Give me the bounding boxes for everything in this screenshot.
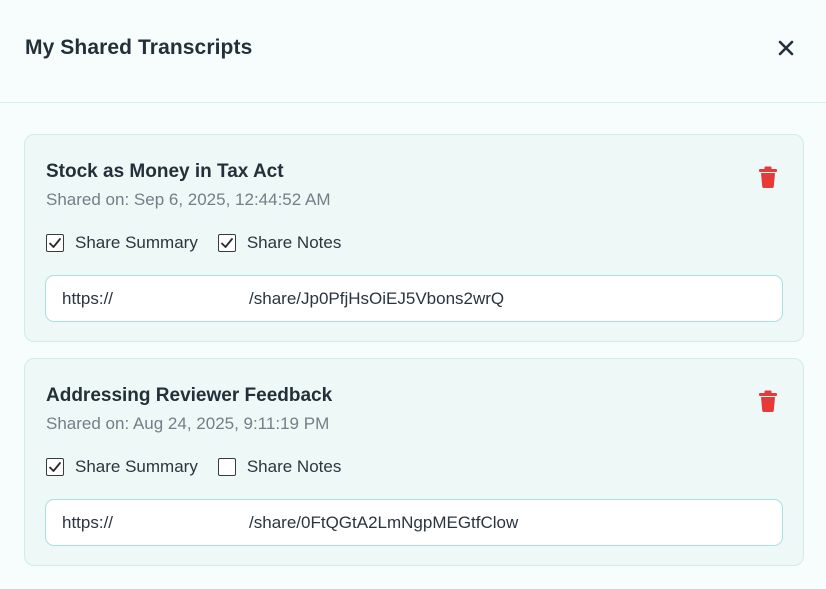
close-icon: [778, 40, 794, 56]
share-notes-label: Share Notes: [246, 233, 342, 252]
trash-icon: [759, 166, 777, 188]
delete-button[interactable]: [757, 389, 779, 413]
share-summary-label: Share Summary: [75, 457, 198, 476]
shared-date: Shared on: Sep 6, 2025, 12:44:52 AM: [46, 190, 331, 209]
checkmark-icon: [220, 238, 233, 248]
share-summary-checkbox[interactable]: [46, 234, 64, 252]
share-notes-label: Share Notes: [246, 457, 342, 476]
share-link-prefix: https://: [62, 512, 114, 532]
share-notes-option[interactable]: Share Notes: [217, 233, 342, 253]
transcript-card: Stock as Money in Tax Act Shared on: Sep…: [24, 134, 804, 342]
shared-transcripts-dialog: My Shared Transcripts Stock as Money in …: [0, 0, 826, 589]
share-summary-option[interactable]: Share Summary: [46, 233, 198, 253]
share-notes-option[interactable]: Share Notes: [217, 457, 342, 477]
share-link-path: /share/0FtQGtA2LmNgpMEGtfClow: [249, 512, 519, 532]
share-link-field[interactable]: https:// /share/Jp0PfjHsOiEJ5Vbons2wrQ: [45, 275, 783, 322]
close-button[interactable]: [776, 38, 796, 58]
shared-date: Shared on: Aug 24, 2025, 9:11:19 PM: [46, 414, 330, 433]
share-summary-label: Share Summary: [75, 233, 198, 252]
share-link-field[interactable]: https:// /share/0FtQGtA2LmNgpMEGtfClow: [45, 499, 783, 546]
delete-button[interactable]: [757, 165, 779, 189]
dialog-header: My Shared Transcripts: [0, 0, 826, 103]
share-options: Share Summary Share Notes: [46, 233, 361, 253]
transcript-card: Addressing Reviewer Feedback Shared on: …: [24, 358, 804, 566]
share-link-prefix: https://: [62, 288, 114, 308]
checkmark-icon: [49, 462, 61, 472]
transcript-list: Stock as Money in Tax Act Shared on: Sep…: [24, 134, 804, 582]
share-summary-checkbox[interactable]: [46, 458, 64, 476]
share-link-path: /share/Jp0PfjHsOiEJ5Vbons2wrQ: [249, 288, 505, 308]
trash-icon: [759, 390, 777, 412]
transcript-title: Stock as Money in Tax Act: [46, 161, 284, 182]
share-summary-option[interactable]: Share Summary: [46, 457, 198, 477]
share-notes-checkbox[interactable]: [217, 234, 236, 252]
share-notes-checkbox[interactable]: [217, 458, 236, 476]
dialog-title: My Shared Transcripts: [25, 36, 253, 59]
share-options: Share Summary Share Notes: [46, 457, 361, 477]
checkmark-icon: [49, 238, 61, 248]
transcript-title: Addressing Reviewer Feedback: [46, 385, 333, 406]
